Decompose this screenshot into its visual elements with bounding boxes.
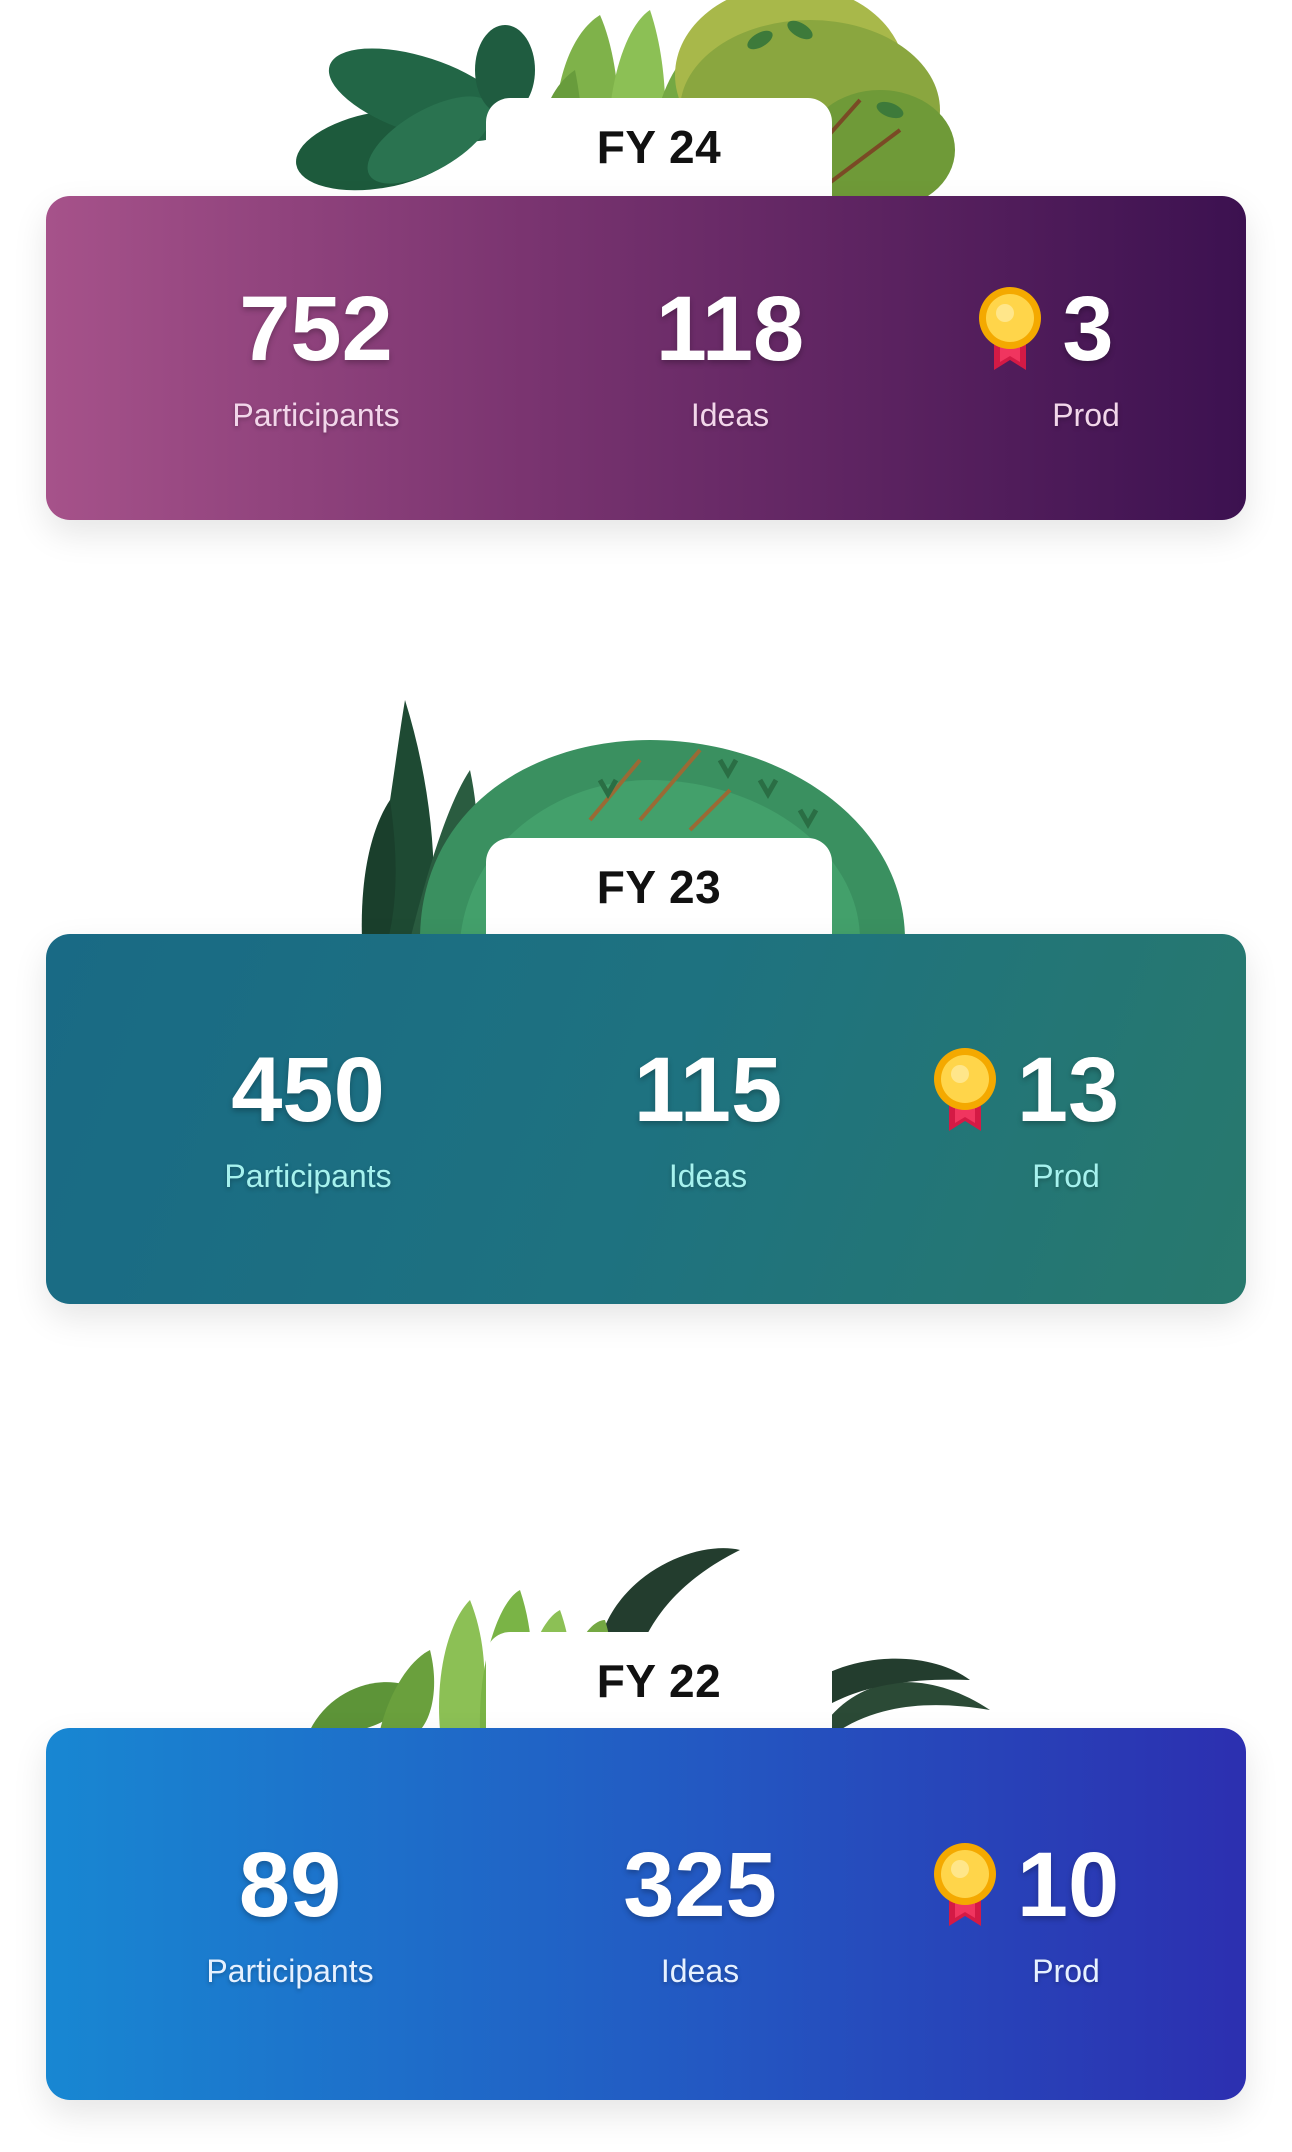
ideas-stat: 118 Ideas xyxy=(530,196,930,520)
prod-count: 3 xyxy=(1062,277,1114,380)
participants-count: 89 xyxy=(238,1833,342,1936)
award-medal-icon xyxy=(933,1047,996,1131)
stats-card: 89 Participants 325 Ideas 10 Prod xyxy=(46,1728,1246,2100)
participants-stat: 89 Participants xyxy=(90,1728,490,2100)
prod-label: Prod xyxy=(1032,1157,1100,1194)
participants-label: Participants xyxy=(224,1157,392,1194)
ideas-label: Ideas xyxy=(690,396,770,433)
stats-card: 752 Participants 118 Ideas 3 Prod xyxy=(46,196,1246,520)
ideas-label: Ideas xyxy=(660,1952,740,1989)
prod-stat: 10 Prod xyxy=(846,1728,1206,2100)
ideas-label: Ideas xyxy=(668,1157,748,1194)
stats-card: 450 Participants 115 Ideas 13 Prod xyxy=(46,934,1246,1304)
participants-stat: 752 Participants xyxy=(116,196,516,520)
prod-count: 10 xyxy=(1016,1833,1120,1936)
prod-stat: 3 Prod xyxy=(886,196,1206,520)
year-tab: FY 22 xyxy=(486,1632,832,1730)
prod-stat: 13 Prod xyxy=(846,934,1206,1304)
prod-label: Prod xyxy=(1032,1952,1100,1989)
prod-label: Prod xyxy=(1052,396,1120,433)
year-tab: FY 24 xyxy=(486,98,832,196)
ideas-count: 115 xyxy=(633,1038,783,1141)
ideas-stat: 325 Ideas xyxy=(500,1728,900,2100)
ideas-count: 118 xyxy=(655,277,805,380)
participants-count: 450 xyxy=(231,1038,385,1141)
participants-label: Participants xyxy=(232,396,400,433)
participants-label: Participants xyxy=(206,1952,374,1989)
participants-count: 752 xyxy=(239,277,393,380)
year-tab: FY 23 xyxy=(486,838,832,936)
ideas-count: 325 xyxy=(623,1833,777,1936)
award-medal-icon xyxy=(933,1842,996,1926)
award-medal-icon xyxy=(979,286,1042,370)
prod-count: 13 xyxy=(1016,1038,1120,1141)
participants-stat: 450 Participants xyxy=(108,934,508,1304)
